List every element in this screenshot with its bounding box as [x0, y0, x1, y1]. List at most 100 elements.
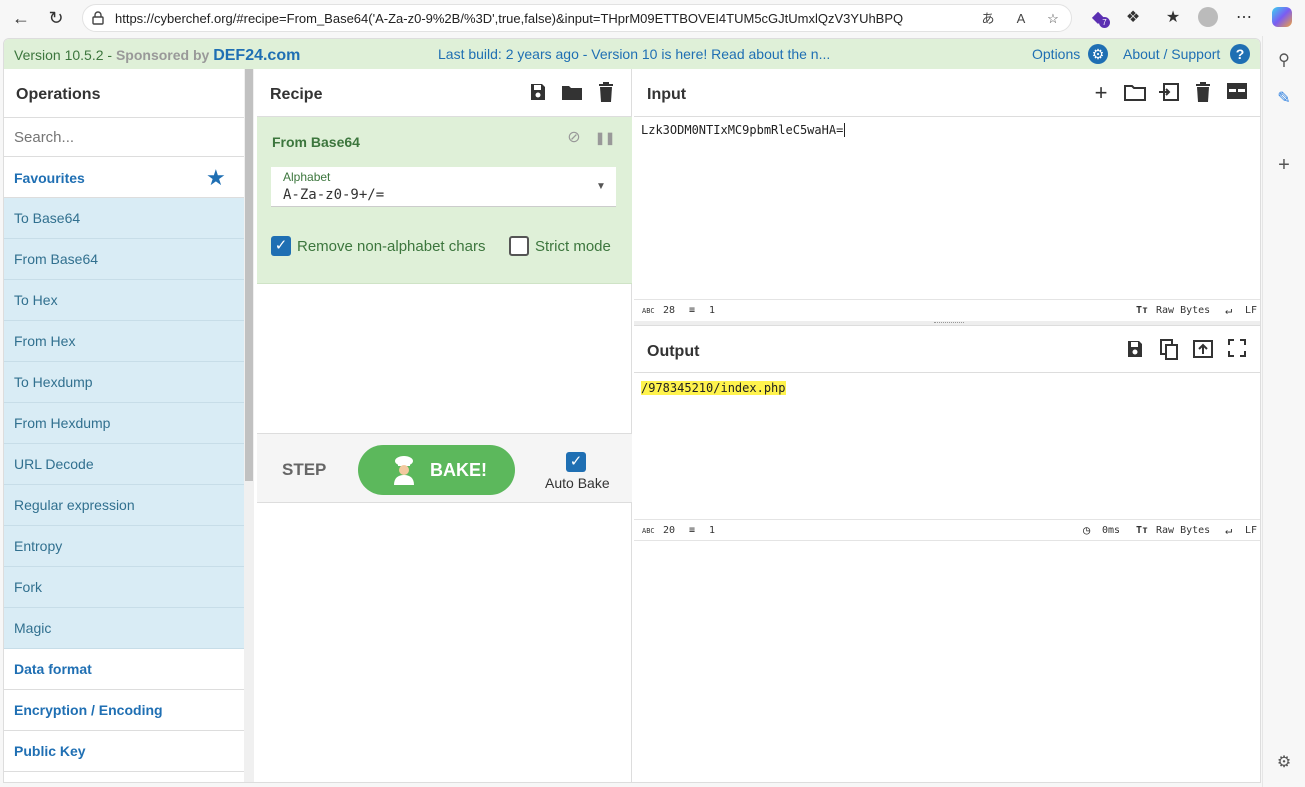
length-icon: ABC: [642, 307, 655, 315]
scrollbar-thumb[interactable]: [245, 69, 253, 481]
cyberchef-app: Version 10.5.2 - Sponsored by DEF24.com …: [3, 38, 1261, 783]
output-textarea[interactable]: /978345210/index.php: [641, 381, 786, 395]
favourites-category[interactable]: Favourites ★: [4, 157, 244, 198]
more-menu-icon[interactable]: ⋯: [1233, 7, 1255, 29]
clear-recipe-trash-icon[interactable]: [595, 82, 617, 104]
disable-operation-icon[interactable]: ⊘: [565, 129, 583, 147]
reload-icon[interactable]: ↻: [43, 6, 69, 30]
designer-icon[interactable]: ✎: [1273, 88, 1295, 110]
category-item[interactable]: Data format: [4, 649, 244, 690]
replace-input-icon[interactable]: [1192, 339, 1214, 361]
url-text: https://cyberchef.org/#recipe=From_Base6…: [115, 11, 904, 26]
operation-item[interactable]: From Hex: [4, 321, 244, 362]
category-item[interactable]: Public Key: [4, 731, 244, 772]
operations-title: Operations: [16, 86, 101, 103]
favorite-star-icon[interactable]: ☆: [1044, 10, 1062, 28]
output-encoding[interactable]: Raw Bytes: [1156, 525, 1210, 536]
address-bar[interactable]: https://cyberchef.org/#recipe=From_Base6…: [82, 4, 1072, 32]
alphabet-value: A-Za-z0-9+/=: [283, 187, 385, 203]
open-file-icon[interactable]: [1158, 82, 1180, 104]
site-info-icon[interactable]: [91, 11, 105, 25]
output-header: Output: [634, 325, 1260, 373]
input-title: Input: [647, 86, 687, 103]
settings-icon[interactable]: ⚙: [1273, 752, 1295, 774]
build-notice-link[interactable]: Last build: 2 years ago - Version 10 is …: [438, 46, 830, 62]
operation-item[interactable]: Fork: [4, 567, 244, 608]
add-tab-icon[interactable]: +: [1090, 82, 1112, 104]
operation-item[interactable]: Regular expression: [4, 485, 244, 526]
sponsored-label: Sponsored by: [115, 47, 214, 63]
text-encoding-icon[interactable]: Tт: [1136, 305, 1148, 316]
favorites-icon[interactable]: ★: [1162, 7, 1184, 29]
operation-item[interactable]: Magic: [4, 608, 244, 649]
version-text: Version 10.5.2 - Sponsored by DEF24.com: [14, 47, 300, 65]
operation-item[interactable]: URL Decode: [4, 444, 244, 485]
eol-icon[interactable]: ↵: [1225, 303, 1232, 317]
operation-item[interactable]: To Hexdump: [4, 362, 244, 403]
alphabet-select[interactable]: Alphabet A-Za-z0-9+/= ▼: [271, 167, 616, 207]
profile-avatar-icon[interactable]: [1197, 7, 1219, 29]
operations-panel: Operations Favourites ★ To Base64From Ba…: [4, 69, 254, 782]
input-lines: 1: [709, 305, 716, 316]
strict-mode-checkbox[interactable]: [509, 236, 529, 256]
chef-icon: [394, 456, 414, 485]
operations-search-input[interactable]: [4, 117, 244, 157]
gear-icon[interactable]: ⚙: [1088, 44, 1108, 64]
recipe-header: Recipe: [257, 69, 632, 117]
extension-icon[interactable]: ◆ 7: [1087, 7, 1110, 29]
lines-icon: ≡: [689, 305, 696, 316]
input-encoding[interactable]: Raw Bytes: [1156, 305, 1210, 316]
save-recipe-icon[interactable]: [527, 82, 549, 104]
category-item[interactable]: Encryption / Encoding: [4, 690, 244, 731]
breakpoint-pause-icon[interactable]: ❚❚: [595, 129, 615, 147]
browser-sidebar: ⚲ ✎ + ⚙: [1262, 36, 1305, 787]
read-aloud-icon[interactable]: A: [1012, 10, 1030, 28]
operation-item[interactable]: Entropy: [4, 526, 244, 567]
output-eol[interactable]: LF: [1245, 525, 1257, 536]
copy-output-icon[interactable]: [1158, 339, 1180, 361]
star-icon[interactable]: ★: [206, 165, 226, 191]
remove-non-alphabet-checkbox[interactable]: ✓: [271, 236, 291, 256]
recipe-operation-from-base64[interactable]: From Base64 ⊘ ❚❚ Alphabet A-Za-z0-9+/= ▼…: [257, 117, 632, 284]
back-icon[interactable]: ←: [8, 6, 34, 30]
step-button[interactable]: STEP: [282, 460, 326, 480]
operation-item[interactable]: To Base64: [4, 198, 244, 239]
help-icon[interactable]: ?: [1230, 44, 1250, 64]
output-status-bar: ABC 20 ≡ 1 ◷ 0ms Tт Raw Bytes ↵ LF: [634, 519, 1260, 541]
chevron-down-icon[interactable]: ▼: [596, 181, 606, 192]
sponsor-link[interactable]: DEF24.com: [213, 47, 300, 64]
output-text: /978345210/index.php: [641, 381, 786, 395]
input-eol[interactable]: LF: [1245, 305, 1257, 316]
eol-icon[interactable]: ↵: [1225, 523, 1232, 537]
strict-mode-label: Strict mode: [535, 238, 611, 255]
copilot-icon[interactable]: [1271, 7, 1293, 29]
favourites-label: Favourites: [14, 170, 85, 186]
load-recipe-folder-icon[interactable]: [561, 82, 583, 104]
clear-input-trash-icon[interactable]: [1192, 82, 1214, 104]
bake-label: BAKE!: [430, 460, 487, 480]
text-encoding-icon[interactable]: Tт: [1136, 525, 1148, 536]
options-link[interactable]: Options: [1032, 46, 1080, 62]
save-output-icon[interactable]: [1124, 339, 1146, 361]
resize-grip[interactable]: [934, 322, 964, 324]
about-support-link[interactable]: About / Support: [1123, 46, 1220, 62]
operation-item[interactable]: From Hexdump: [4, 403, 244, 444]
text-cursor: ​: [844, 123, 846, 137]
output-length: 20: [663, 525, 676, 536]
add-icon[interactable]: +: [1273, 154, 1295, 176]
operation-item[interactable]: To Hex: [4, 280, 244, 321]
translate-icon[interactable]: あ: [979, 10, 997, 28]
input-textarea[interactable]: Lzk3ODM0NTIxMC9pbmRleC5waHA=​: [641, 123, 846, 137]
reset-layout-icon[interactable]: [1226, 82, 1248, 104]
operation-item[interactable]: From Base64: [4, 239, 244, 280]
auto-bake-checkbox[interactable]: ✓: [566, 452, 586, 472]
clock-icon: ◷: [1083, 523, 1091, 537]
extensions-puzzle-icon[interactable]: ❖: [1122, 7, 1144, 29]
operations-scrollbar[interactable]: [244, 69, 254, 782]
input-status-bar: ABC 28 ≡ 1 Tт Raw Bytes ↵ LF: [634, 299, 1260, 321]
bake-button[interactable]: BAKE!: [358, 445, 515, 495]
maximize-output-icon[interactable]: [1226, 339, 1248, 361]
open-folder-icon[interactable]: [1124, 82, 1146, 104]
search-icon[interactable]: ⚲: [1273, 50, 1295, 72]
version-label: Version 10.5.2 -: [14, 47, 116, 63]
